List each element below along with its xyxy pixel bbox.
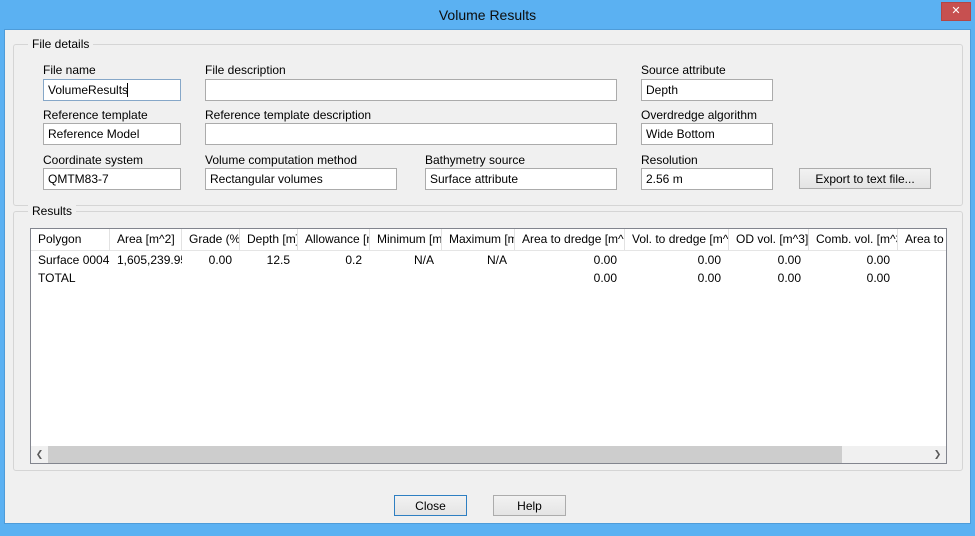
results-table-body: Surface 00041,605,239.950.0012.50.2N/AN/… bbox=[31, 251, 946, 287]
column-header-polygon[interactable]: Polygon bbox=[31, 229, 110, 250]
table-cell: 0.2 bbox=[298, 251, 370, 269]
close-button[interactable]: Close bbox=[394, 495, 467, 516]
bathymetry-source-label: Bathymetry source bbox=[425, 153, 525, 167]
file-details-group-label: File details bbox=[28, 37, 93, 51]
file-description-label: File description bbox=[205, 63, 286, 77]
resolution-input[interactable] bbox=[641, 168, 773, 190]
column-header-allowance-m[interactable]: Allowance [m] bbox=[298, 229, 370, 250]
reference-template-description-input[interactable] bbox=[205, 123, 617, 145]
table-cell: 0.00 bbox=[625, 269, 729, 287]
volume-computation-method-input[interactable] bbox=[205, 168, 397, 190]
source-attribute-label: Source attribute bbox=[641, 63, 726, 77]
reference-template-description-label: Reference template description bbox=[205, 108, 371, 122]
file-description-input[interactable] bbox=[205, 79, 617, 101]
results-table: PolygonArea [m^2]Grade (%)Depth [m]Allow… bbox=[30, 228, 947, 464]
file-name-input[interactable] bbox=[43, 79, 181, 101]
table-cell bbox=[898, 251, 946, 269]
help-button[interactable]: Help bbox=[493, 495, 566, 516]
volume-computation-method-label: Volume computation method bbox=[205, 153, 357, 167]
reference-template-label: Reference template bbox=[43, 108, 148, 122]
table-cell: Surface 0004 bbox=[31, 251, 110, 269]
scroll-left-icon[interactable]: ❮ bbox=[31, 446, 48, 463]
column-header-area-m-2[interactable]: Area [m^2] bbox=[110, 229, 182, 250]
scrollbar-thumb[interactable] bbox=[48, 446, 842, 463]
resolution-label: Resolution bbox=[641, 153, 698, 167]
column-header-grade[interactable]: Grade (%) bbox=[182, 229, 240, 250]
window-title: Volume Results bbox=[439, 7, 536, 23]
table-cell: N/A bbox=[442, 251, 515, 269]
table-row[interactable]: TOTAL0.000.000.000.00 bbox=[31, 269, 946, 287]
close-icon: ✕ bbox=[951, 5, 960, 17]
column-header-depth-m[interactable]: Depth [m] bbox=[240, 229, 298, 250]
column-header-vol-to-dredge-m-3[interactable]: Vol. to dredge [m^3] bbox=[625, 229, 729, 250]
column-header-comb-vol-m-3[interactable]: Comb. vol. [m^3] bbox=[809, 229, 898, 250]
table-cell bbox=[298, 269, 370, 287]
text-caret bbox=[127, 83, 128, 97]
coordinate-system-input[interactable] bbox=[43, 168, 181, 190]
table-cell: 0.00 bbox=[182, 251, 240, 269]
table-cell bbox=[898, 269, 946, 287]
volume-results-dialog: Volume Results ✕ File details File name … bbox=[0, 0, 975, 536]
table-cell: 1,605,239.95 bbox=[110, 251, 182, 269]
table-cell: 0.00 bbox=[809, 251, 898, 269]
table-cell bbox=[182, 269, 240, 287]
reference-template-input[interactable] bbox=[43, 123, 181, 145]
horizontal-scrollbar[interactable]: ❮ ❯ bbox=[31, 446, 946, 463]
table-cell bbox=[370, 269, 442, 287]
column-header-area-to-f[interactable]: Area to f bbox=[898, 229, 946, 250]
titlebar[interactable]: Volume Results bbox=[0, 0, 975, 29]
overdredge-algorithm-input[interactable] bbox=[641, 123, 773, 145]
table-row[interactable]: Surface 00041,605,239.950.0012.50.2N/AN/… bbox=[31, 251, 946, 269]
export-to-text-file-button[interactable]: Export to text file... bbox=[799, 168, 931, 189]
file-name-label: File name bbox=[43, 63, 96, 77]
column-header-area-to-dredge-m-2[interactable]: Area to dredge [m^2] bbox=[515, 229, 625, 250]
table-cell: 0.00 bbox=[809, 269, 898, 287]
table-cell: 0.00 bbox=[625, 251, 729, 269]
column-header-maximum-m[interactable]: Maximum [m] bbox=[442, 229, 515, 250]
column-header-od-vol-m-3[interactable]: OD vol. [m^3] bbox=[729, 229, 809, 250]
column-header-minimum-m[interactable]: Minimum [m] bbox=[370, 229, 442, 250]
table-cell bbox=[442, 269, 515, 287]
table-cell: 12.5 bbox=[240, 251, 298, 269]
results-group-label: Results bbox=[28, 204, 76, 218]
results-table-header: PolygonArea [m^2]Grade (%)Depth [m]Allow… bbox=[31, 229, 946, 251]
table-cell: 0.00 bbox=[729, 269, 809, 287]
table-cell: 0.00 bbox=[515, 251, 625, 269]
table-cell: N/A bbox=[370, 251, 442, 269]
scroll-right-icon[interactable]: ❯ bbox=[929, 446, 946, 463]
bathymetry-source-input[interactable] bbox=[425, 168, 617, 190]
coordinate-system-label: Coordinate system bbox=[43, 153, 143, 167]
table-cell bbox=[240, 269, 298, 287]
overdredge-algorithm-label: Overdredge algorithm bbox=[641, 108, 757, 122]
table-cell: 0.00 bbox=[729, 251, 809, 269]
table-cell: TOTAL bbox=[31, 269, 110, 287]
table-cell: 0.00 bbox=[515, 269, 625, 287]
table-cell bbox=[110, 269, 182, 287]
close-window-button[interactable]: ✕ bbox=[941, 2, 971, 21]
source-attribute-input[interactable] bbox=[641, 79, 773, 101]
dialog-content: File details File name File description … bbox=[4, 29, 971, 524]
